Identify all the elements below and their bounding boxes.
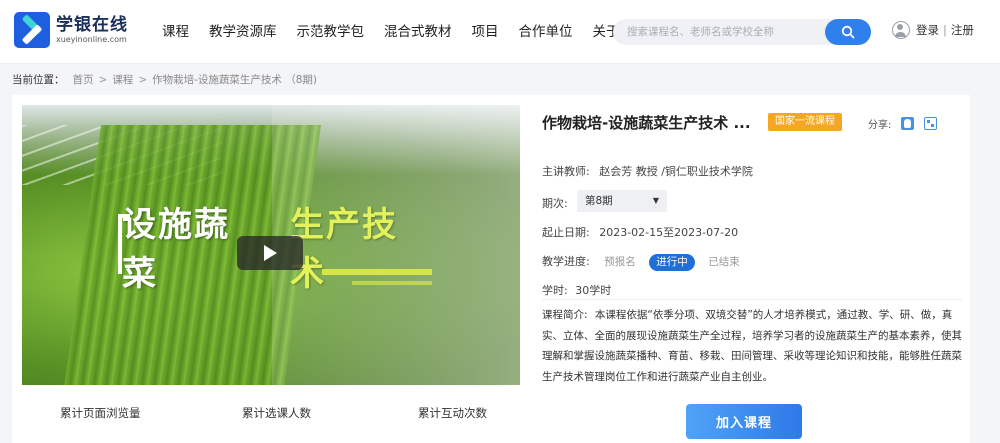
teacher-row: 主讲教师: 赵会芳 教授 /铜仁职业技术学院 [542, 163, 753, 179]
national-course-badge: 国家一流课程 [768, 113, 842, 131]
breadcrumb-separator: > [98, 73, 108, 86]
stat-interactions: 累计互动次数 [418, 406, 487, 420]
title-bracket-decoration [118, 214, 130, 274]
status-ended: 已结束 [708, 256, 740, 268]
user-avatar-icon[interactable] [892, 21, 910, 39]
logo-name: 学银在线 [56, 15, 128, 35]
progress-label: 教学进度: [542, 255, 590, 268]
title-underline-decoration [322, 269, 432, 275]
period-row: 期次: 第8期 ▼ [542, 190, 742, 212]
progress-row: 教学进度: 预报名 进行中 已结束 [542, 253, 750, 271]
nav-item-projects[interactable]: 项目 [472, 22, 499, 42]
login-separator: | [943, 23, 947, 37]
search-icon [841, 25, 855, 39]
breadcrumb-separator: > [138, 73, 148, 86]
teacher-value: 赵会芳 教授 /铜仁职业技术学院 [599, 165, 753, 178]
dropdown-arrow-icon: ▼ [652, 196, 659, 205]
breadcrumb-home[interactable]: 首页 [73, 72, 94, 87]
logo-icon [14, 12, 50, 48]
breadcrumb-courses[interactable]: 课程 [112, 72, 133, 87]
period-value: 第8期 [585, 195, 613, 207]
nav-item-demo-packages[interactable]: 示范教学包 [297, 22, 365, 42]
stat-page-views: 累计页面浏览量 [60, 406, 141, 420]
share-qq-icon[interactable] [901, 117, 915, 130]
intro-label: 课程简介: [542, 309, 588, 321]
period-label: 期次: [542, 197, 568, 210]
course-title: 作物栽培-设施蔬菜生产技术 ... [542, 114, 751, 132]
hours-row: 学时: 30学时 [542, 282, 611, 298]
date-value: 2023-02-15至2023-07-20 [599, 226, 739, 239]
user-login-area: 登录 | 注册 [892, 21, 974, 39]
join-course-button[interactable]: 加入课程 [686, 404, 802, 439]
logo-domain: xueyinonline.com [56, 35, 127, 44]
breadcrumb: 当前位置： 首页 > 课程 > 作物栽培-设施蔬菜生产技术 （8期) [12, 72, 317, 87]
search-input[interactable] [627, 23, 817, 41]
status-pre-registration: 预报名 [604, 256, 636, 268]
nav-item-partners[interactable]: 合作单位 [519, 22, 573, 42]
info-divider [542, 299, 962, 300]
site-logo[interactable]: 学银在线 xueyinonline.com [14, 12, 128, 48]
course-card: 设施蔬菜 生产技术 作物栽培-设施蔬菜生产技术 ... 国家一流课程 分享: 主… [12, 95, 970, 443]
hours-label: 学时: [542, 284, 568, 297]
period-select[interactable]: 第8期 ▼ [577, 190, 667, 212]
search-box [613, 19, 871, 45]
stat-enrollments: 累计选课人数 [242, 406, 311, 420]
nav-item-courses[interactable]: 课程 [162, 22, 189, 42]
hours-value: 30学时 [575, 284, 612, 297]
play-icon [264, 245, 277, 261]
date-row: 起止日期: 2023-02-15至2023-07-20 [542, 224, 738, 240]
search-button[interactable] [825, 19, 871, 45]
register-link[interactable]: 注册 [951, 22, 974, 38]
intro-text: 本课程依据“依季分项、双境交替”的人才培养模式，通过教、学、研、做，真实、立体、… [542, 309, 962, 383]
main-nav: 课程 教学资源库 示范教学包 混合式教材 项目 合作单位 关于我们 [162, 22, 667, 42]
status-in-progress: 进行中 [649, 254, 695, 271]
share-wechat-icon[interactable] [924, 117, 938, 130]
site-header: 学银在线 xueyinonline.com 课程 教学资源库 示范教学包 混合式… [0, 0, 1000, 64]
login-link[interactable]: 登录 [916, 22, 939, 38]
title-underline-decoration [352, 281, 432, 285]
breadcrumb-label: 当前位置： [12, 74, 65, 86]
share-label: 分享: [868, 120, 892, 131]
course-intro: 课程简介: 本课程依据“依季分项、双境交替”的人才培养模式，通过教、学、研、做，… [542, 305, 962, 387]
breadcrumb-current: 作物栽培-设施蔬菜生产技术 （8期) [152, 74, 318, 86]
date-label: 起止日期: [542, 226, 590, 239]
play-button[interactable] [237, 236, 303, 270]
share-area: 分享: [868, 116, 938, 131]
course-video-player[interactable]: 设施蔬菜 生产技术 [22, 105, 520, 385]
teacher-label: 主讲教师: [542, 165, 590, 178]
nav-item-blended-textbooks[interactable]: 混合式教材 [384, 22, 452, 42]
nav-item-resource-library[interactable]: 教学资源库 [209, 22, 277, 42]
